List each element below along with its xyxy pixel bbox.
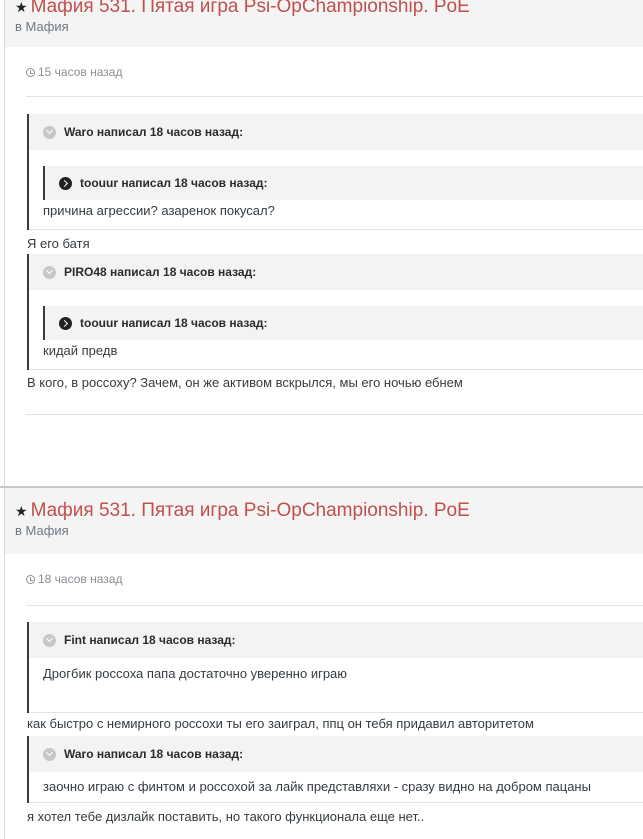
arrow-right-icon[interactable] <box>59 176 72 190</box>
post-header: ★ Мафия 531. Пятая игра Psi-OpChampionsh… <box>5 0 643 47</box>
post-header: ★ Мафия 531. Пятая игра Psi-OpChampionsh… <box>5 488 643 554</box>
reply-text: как быстро с немирного россохи ты его за… <box>27 716 534 731</box>
quote-header: toouur написал 18 часов назад: <box>45 166 643 200</box>
quote-body: заочно играю с финтом и россохой за лайк… <box>29 772 643 803</box>
quote-header: toouur написал 18 часов назад: <box>45 306 643 340</box>
star-icon[interactable]: ★ <box>15 0 28 16</box>
quote-body: Дрогбик россоха папа достаточно уверенно… <box>29 658 643 713</box>
quote-author: toouur написал 18 часов назад: <box>80 316 268 330</box>
quote-text: причина агрессии? азаренок покусал? <box>43 203 275 218</box>
quote-body: кидай предв <box>29 340 643 370</box>
quote-body: причина агрессии? азаренок покусал? <box>29 200 643 230</box>
post-title-link[interactable]: Мафия 531. Пятая игра Psi-OpChampionship… <box>31 500 470 522</box>
quote-block: PIRO48 написал 18 часов назад: toouur на… <box>27 254 643 370</box>
quote-header: PIRO48 написал 18 часов назад: <box>29 254 643 290</box>
quote-author: Fint написал 18 часов назад: <box>64 633 236 647</box>
quote-author: Waro написал 18 часов назад: <box>64 125 244 139</box>
post-time: 18 часов назад <box>26 572 122 586</box>
nested-quote: toouur написал 18 часов назад: <box>43 306 643 340</box>
chevron-down-icon[interactable] <box>43 125 56 139</box>
reply-text: В кого, в россоху? Зачем, он же активом … <box>27 375 463 390</box>
post-time-text: 15 часов назад <box>38 65 123 79</box>
clock-icon <box>26 67 35 77</box>
nested-quote: toouur написал 18 часов назад: <box>43 166 643 200</box>
quote-header: Waro написал 18 часов назад: <box>29 736 643 772</box>
quote-text: заочно играю с финтом и россохой за лайк… <box>43 779 591 794</box>
chevron-down-icon[interactable] <box>43 265 56 279</box>
reply-text: я хотел тебе дизлайк поставить, но таког… <box>27 809 425 824</box>
post-time: 15 часов назад <box>26 65 122 79</box>
quote-author: Waro написал 18 часов назад: <box>64 747 244 761</box>
quote-text: кидай предв <box>43 343 118 358</box>
reply-text: Я его батя <box>27 236 90 251</box>
divider <box>26 605 643 606</box>
category-link[interactable]: в Мафия <box>15 523 69 538</box>
chevron-down-icon[interactable] <box>43 633 56 647</box>
divider <box>26 96 643 97</box>
post-card: ★ Мафия 531. Пятая игра Psi-OpChampionsh… <box>4 0 643 486</box>
quote-author: toouur написал 18 часов назад: <box>80 176 268 190</box>
quote-header: Waro написал 18 часов назад: <box>29 114 643 150</box>
quote-block: Waro написал 18 часов назад: заочно игра… <box>27 736 643 803</box>
star-icon[interactable]: ★ <box>15 503 28 520</box>
post-card: ★ Мафия 531. Пятая игра Psi-OpChampionsh… <box>4 488 643 839</box>
quote-block: Waro написал 18 часов назад: toouur напи… <box>27 114 643 230</box>
quote-block: Fint написал 18 часов назад: Дрогбик рос… <box>27 622 643 713</box>
arrow-right-icon[interactable] <box>59 316 72 330</box>
quote-text: Дрогбик россоха папа достаточно уверенно… <box>43 666 348 681</box>
category-link[interactable]: в Мафия <box>15 19 69 34</box>
divider <box>26 414 643 415</box>
quote-header: Fint написал 18 часов назад: <box>29 622 643 658</box>
chevron-down-icon[interactable] <box>43 747 56 761</box>
quote-author: PIRO48 написал 18 часов назад: <box>64 265 257 279</box>
clock-icon <box>26 574 35 584</box>
post-title-link[interactable]: Мафия 531. Пятая игра Psi-OpChampionship… <box>31 0 470 18</box>
post-time-text: 18 часов назад <box>38 572 123 586</box>
